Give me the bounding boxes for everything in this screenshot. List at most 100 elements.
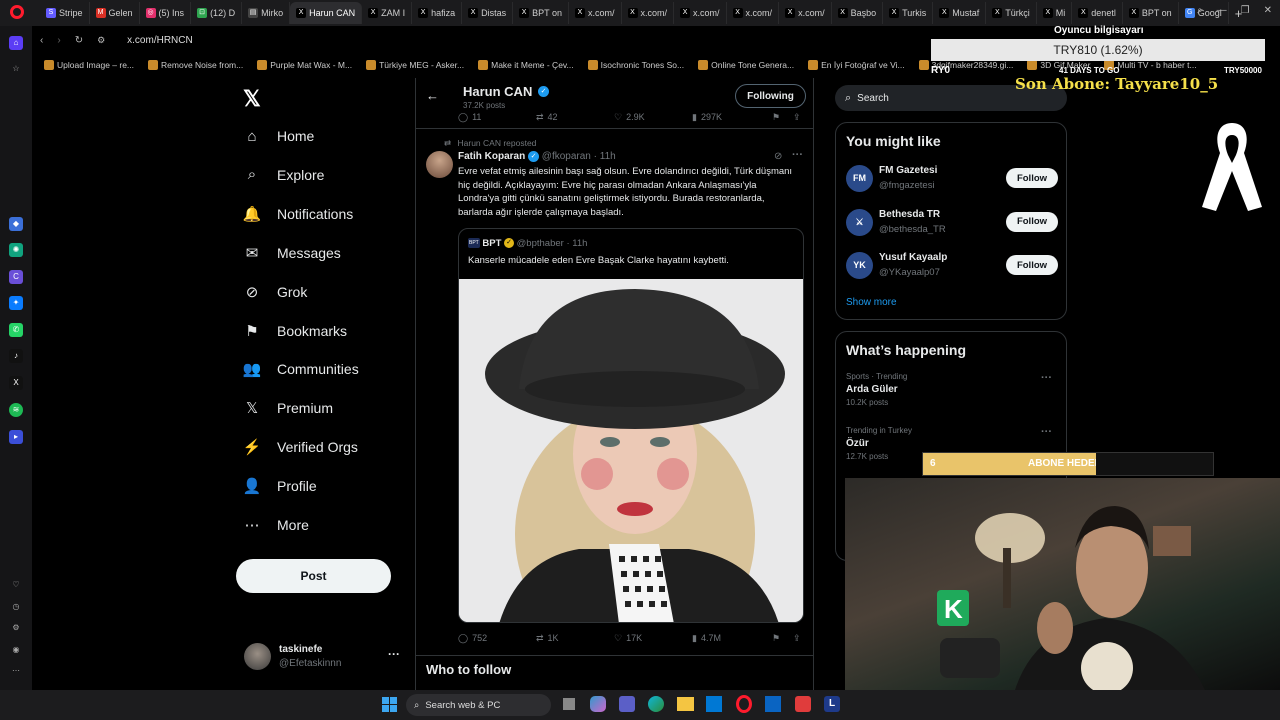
player-icon[interactable]: ▸	[9, 430, 23, 444]
opera-taskbar-icon[interactable]	[736, 695, 752, 713]
bookmark-item[interactable]: Make it Meme - Çev...	[478, 60, 574, 70]
history-icon[interactable]: ◷	[9, 600, 23, 614]
chatgpt-icon[interactable]: ✺	[9, 243, 23, 257]
reply-action[interactable]: ◯ 752	[458, 633, 487, 644]
trend-item[interactable]: Sports · Trending Arda Güler 10.2K posts…	[846, 372, 1058, 407]
opera-logo-icon[interactable]	[10, 5, 24, 19]
account-more-icon[interactable]: ···	[388, 647, 400, 661]
task-view-icon[interactable]	[563, 698, 575, 710]
tweet[interactable]: ⇄ Harun CAN reposted Fatih Koparan ✓ @fk…	[416, 136, 813, 651]
file-explorer-icon[interactable]	[677, 697, 694, 711]
nav-item-more[interactable]: ⋯ More	[243, 516, 309, 534]
search-tabs-icon[interactable]: ⌕	[1197, 5, 1203, 16]
following-button[interactable]: Following	[735, 84, 806, 108]
views-action[interactable]: ▮ 4.7M	[692, 633, 721, 644]
share-icon[interactable]: ⇪	[793, 633, 801, 644]
teams-icon[interactable]	[619, 696, 635, 712]
browser-tab[interactable]: Xx.com/	[569, 2, 622, 24]
nav-item-profile[interactable]: 👤 Profile	[243, 477, 317, 495]
outlook-icon[interactable]	[765, 696, 781, 712]
views-action[interactable]: ▮ 297K	[692, 112, 722, 123]
back-arrow-icon[interactable]: ←	[426, 88, 439, 103]
browser-tab[interactable]: X Distas	[462, 2, 514, 24]
settings-icon[interactable]: ⚙	[9, 621, 23, 635]
tweet-author-handle[interactable]: @fkoparan	[542, 151, 591, 162]
browser-tab[interactable]: M Gelen	[90, 2, 140, 24]
browser-tab[interactable]: Xx.com/	[622, 2, 675, 24]
repost-action[interactable]: ⇄ 1K	[536, 633, 559, 644]
browser-tab[interactable]: ▤ Mirko	[242, 2, 291, 24]
suggestion-row[interactable]: FM FM Gazetesi @fmgazetesi Follow	[846, 163, 1058, 193]
nav-item-premium[interactable]: 𝕏 Premium	[243, 399, 333, 417]
nav-item-messages[interactable]: ✉ Messages	[243, 244, 341, 262]
tweet-time[interactable]: · 11h	[594, 151, 616, 162]
bookmark-icon[interactable]: ⚑	[772, 112, 780, 123]
browser-tab[interactable]: Xx.com/	[779, 2, 832, 24]
reply-action[interactable]: ◯ 11	[458, 112, 481, 123]
browser-tab[interactable]: ◎ (5) Ins	[140, 2, 192, 24]
grok-icon[interactable]: ⊘	[774, 151, 782, 162]
app-icon[interactable]: ◆	[9, 217, 23, 231]
post-button[interactable]: Post	[236, 559, 391, 593]
browser-tab[interactable]: X Mi	[1037, 2, 1073, 24]
browser-tab[interactable]: X Mustaf	[933, 2, 987, 24]
browser-tab[interactable]: X ZAM I	[362, 2, 413, 24]
app-l-icon[interactable]: L	[824, 696, 840, 712]
suggestion-row[interactable]: YK Yusuf Kayaalp @YKayaalp07 Follow	[846, 250, 1058, 280]
cs-icon[interactable]: C	[9, 270, 23, 284]
browser-tab[interactable]: S Stripe	[40, 2, 90, 24]
minimize-icon[interactable]: —	[1217, 5, 1227, 16]
bookmark-item[interactable]: Remove Noise from...	[148, 60, 243, 70]
tweet-author-name[interactable]: Fatih Koparan	[458, 151, 525, 162]
close-icon[interactable]: ✕	[1264, 5, 1272, 16]
browser-tab[interactable]: Xx.com/	[727, 2, 780, 24]
nav-item-communities[interactable]: 👥 Communities	[243, 360, 359, 378]
browser-tab[interactable]: X BPT on	[1123, 2, 1179, 24]
forward-icon[interactable]: ›	[57, 35, 60, 46]
bookmark-item[interactable]: Türkiye MEG - Asker...	[366, 60, 464, 70]
reload-icon[interactable]: ↻	[75, 35, 83, 46]
store-icon[interactable]	[706, 696, 722, 712]
nav-item-notifications[interactable]: 🔔 Notifications	[243, 205, 354, 223]
like-action[interactable]: ♡ 17K	[614, 633, 642, 644]
browser-tab[interactable]: X Başbo	[832, 2, 884, 24]
heart-icon[interactable]: ♡	[9, 578, 23, 592]
browser-tab[interactable]: X Turkis	[883, 2, 934, 24]
nav-item-explore[interactable]: ⌕ Explore	[243, 166, 325, 184]
tweet-more-icon[interactable]: ···	[792, 149, 803, 161]
quoted-tweet[interactable]: BPT BPT ✓ @bpthaber · 11h Kanserle mücad…	[458, 228, 804, 623]
follow-button[interactable]: Follow	[1006, 211, 1058, 232]
spotify-icon[interactable]: ≋	[9, 403, 23, 417]
tiktok-icon[interactable]: ♪	[9, 349, 23, 363]
bookmark-item[interactable]: Isochronic Tones So...	[587, 60, 684, 70]
restore-icon[interactable]: ❐	[1241, 5, 1250, 16]
repost-action[interactable]: ⇄ 42	[536, 112, 558, 123]
trend-more-icon[interactable]: ···	[1041, 426, 1052, 438]
whatsapp-icon[interactable]: ✆	[9, 323, 23, 337]
bookmark-item[interactable]: En İyi Fotoğraf ve Vi...	[808, 60, 905, 70]
follow-button[interactable]: Follow	[1006, 168, 1058, 188]
account-switcher[interactable]: taskinefe @Efetaskinnn ···	[244, 643, 404, 673]
app-red-icon[interactable]	[795, 696, 811, 712]
browser-tab[interactable]: Xx.com/	[674, 2, 727, 24]
copilot-icon[interactable]	[590, 696, 606, 712]
back-icon[interactable]: ‹	[40, 35, 43, 46]
bookmark-icon[interactable]: ⚑	[772, 633, 780, 644]
nav-item-bookmarks[interactable]: ⚑ Bookmarks	[243, 322, 347, 340]
browser-tab[interactable]: ⊡ (12) D	[191, 2, 243, 24]
show-more-link[interactable]: Show more	[846, 297, 897, 308]
browser-tab[interactable]: Xhafiza	[412, 2, 463, 24]
edge-icon[interactable]	[648, 696, 664, 712]
nav-item-grok[interactable]: ⊘ Grok	[243, 283, 308, 301]
browser-tab[interactable]: Xdenetl	[1072, 2, 1123, 24]
home-workspace-icon[interactable]: ⌂	[9, 36, 23, 50]
url-field[interactable]: x.com/HRNCN	[127, 35, 193, 46]
nav-item-verified-orgs[interactable]: ⚡ Verified Orgs	[243, 438, 358, 456]
quote-photo[interactable]	[459, 279, 803, 622]
site-info-icon[interactable]: ⚙	[97, 35, 105, 46]
nav-item-home[interactable]: ⌂ Home	[243, 127, 314, 145]
browser-tab[interactable]: X Türkçi	[986, 2, 1037, 24]
bookmark-item[interactable]: Online Tone Genera...	[698, 60, 794, 70]
bookmark-item[interactable]: Purple Mat Wax - M...	[257, 60, 352, 70]
tweet-author-avatar[interactable]	[426, 151, 453, 178]
